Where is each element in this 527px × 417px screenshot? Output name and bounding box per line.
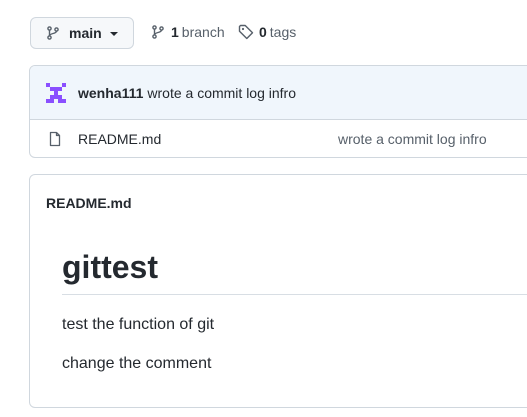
file-row[interactable]: README.md wrote a commit log infro [30,120,527,157]
file-name[interactable]: README.md [78,131,161,147]
readme-paragraph: test the function of git [62,316,215,333]
avatar[interactable] [46,82,66,103]
tag-icon [238,24,254,40]
branches-link[interactable]: 1 branch [150,24,225,40]
file-browser: wenha111 wrote a commit log infro README… [29,65,527,158]
branches-count: 1 [171,24,179,40]
file-commit-message[interactable]: wrote a commit log infro [338,131,487,147]
readme-paragraph: change the comment [62,355,212,372]
git-branch-icon [47,26,59,40]
commit-author[interactable]: wenha111 [78,85,143,101]
commit-message[interactable]: wrote a commit log infro [147,85,296,101]
branches-label: branch [181,24,225,40]
readme-heading: gittest [62,249,158,285]
repo-toolbar: main 1 branch 0 tags [30,17,296,49]
chevron-down-icon [109,32,118,36]
branch-name: main [69,25,102,41]
git-branch-icon [152,25,164,39]
branch-select-button[interactable]: main [30,17,134,49]
file-icon [49,131,61,147]
latest-commit-bar: wenha111 wrote a commit log infro [30,66,527,120]
tags-label: tags [269,24,297,40]
readme-panel: README.md gittest test the function of g… [29,174,527,408]
tags-count: 0 [259,24,267,40]
tags-link[interactable]: 0 tags [238,24,296,40]
heading-divider [62,294,527,295]
readme-title[interactable]: README.md [46,195,132,211]
